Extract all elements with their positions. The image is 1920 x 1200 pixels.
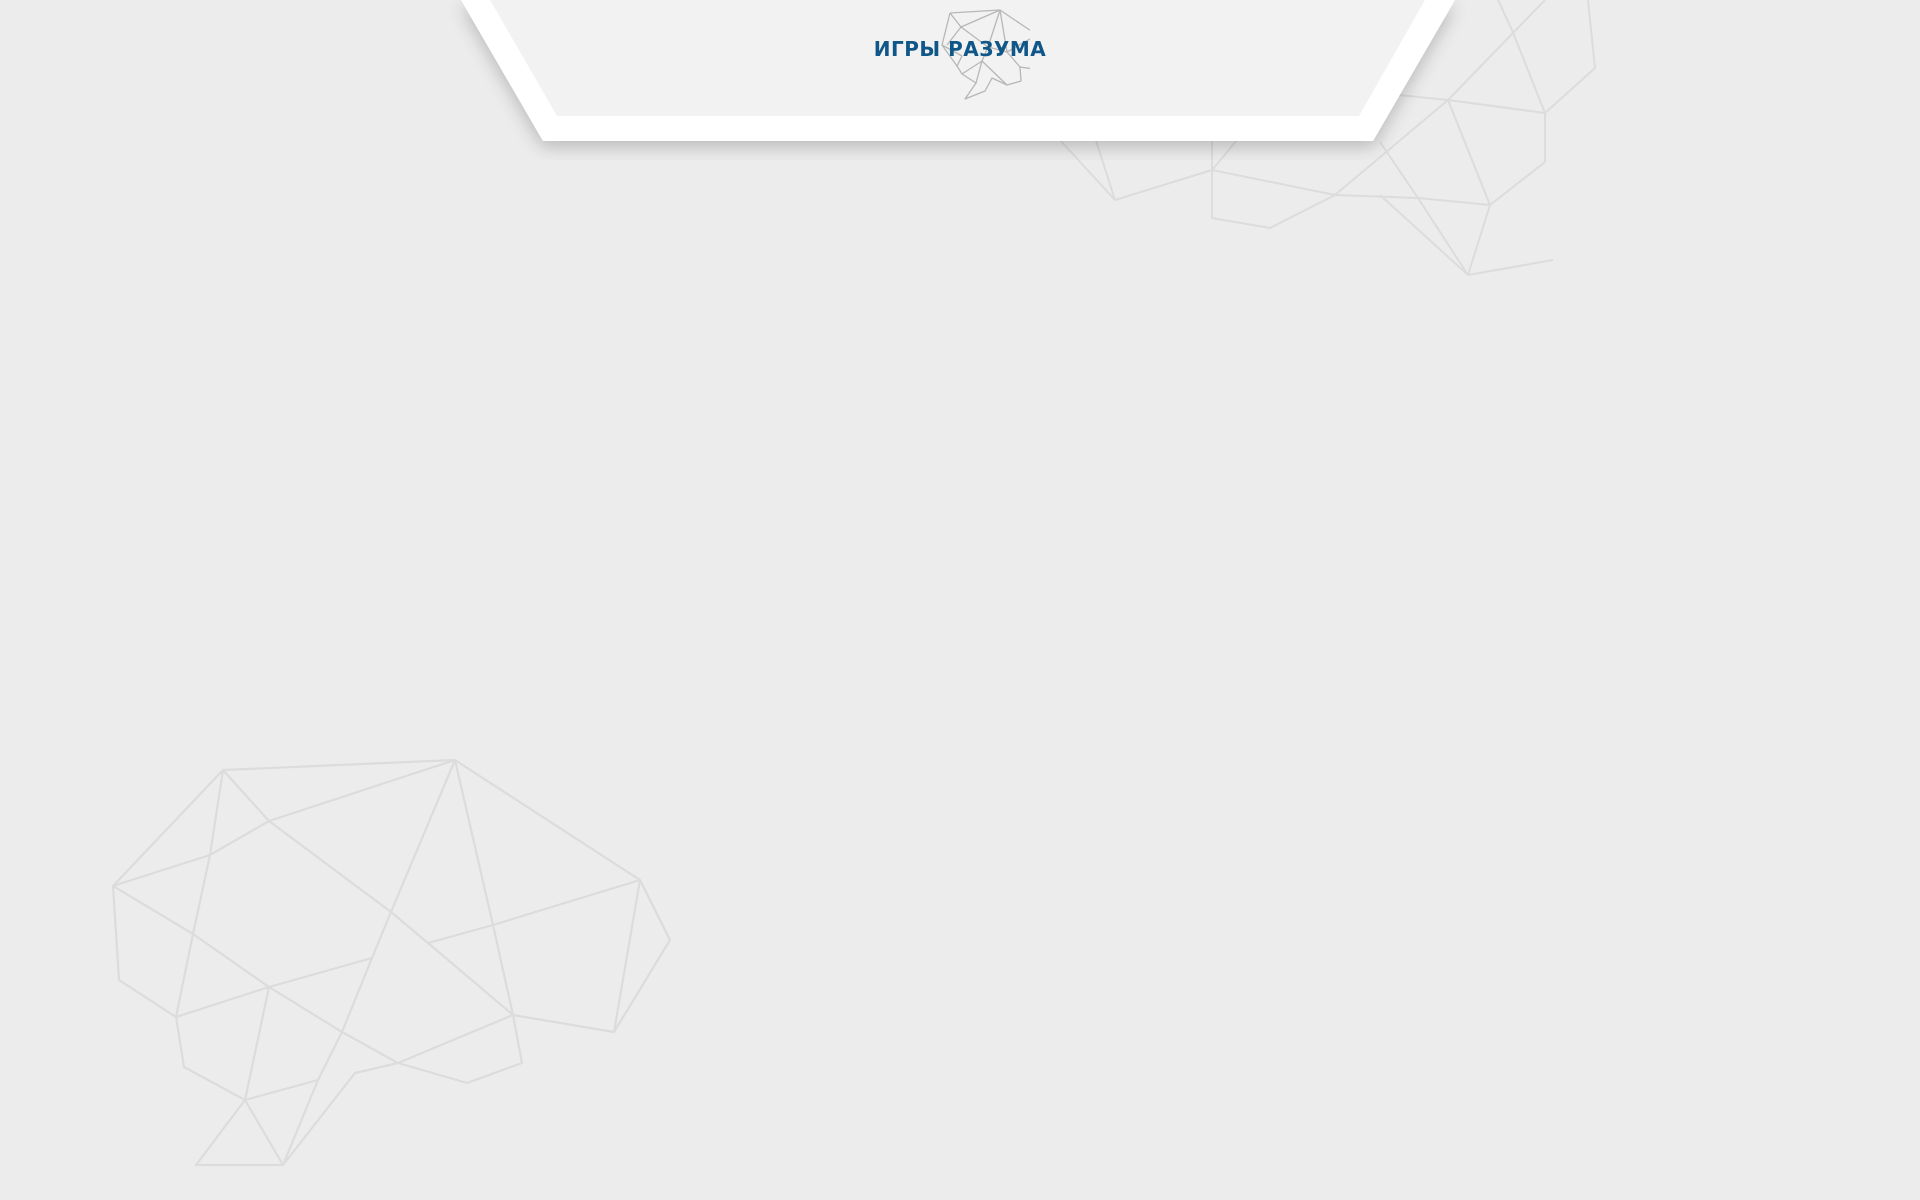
page-canvas: ИГРЫ РАЗУМА <box>0 0 1920 1200</box>
logo-link[interactable]: ИГРЫ РАЗУМА <box>860 8 1060 104</box>
brain-wireframe-bottom-left-icon <box>111 758 672 1167</box>
logo-text: ИГРЫ РАЗУМА <box>873 37 1047 61</box>
background-decoration <box>111 0 1596 1167</box>
